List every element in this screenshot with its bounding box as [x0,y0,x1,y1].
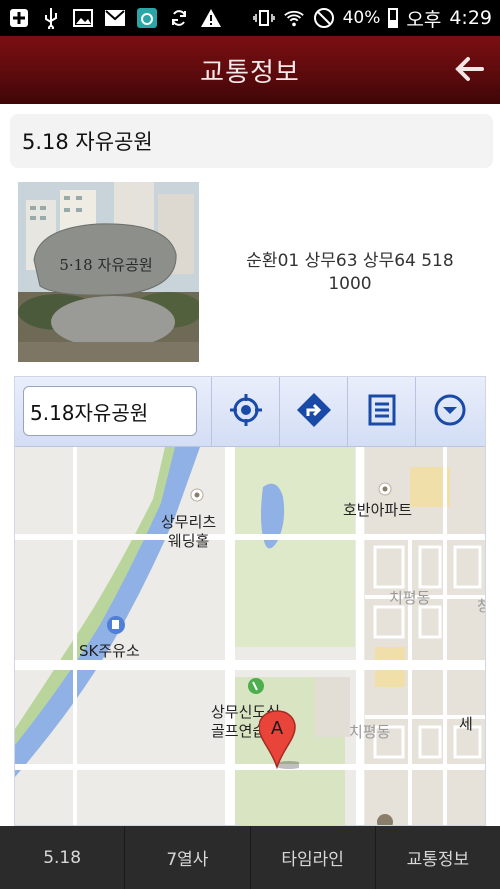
sync-icon [168,7,190,29]
marker-letter: A [271,718,284,739]
status-bar: 40% 오후 4:29 [0,0,500,36]
nav-item-timeline[interactable]: 타임라인 [251,826,376,889]
time-ampm: 오후 [406,8,442,31]
monument-inscription: 5·18 자유공원 [59,256,152,274]
bus-routes: 순환01 상무63 상무64 518 1000 [210,250,490,296]
place-name: 5.18 자유공원 [22,130,153,154]
nav-item-traffic-info[interactable]: 교통정보 [376,826,500,889]
app-bar: 교통정보 [0,36,500,104]
target-location-icon [229,393,263,431]
map-label-edge: 창 [477,597,485,616]
list-icon [367,394,397,430]
vibrate-icon [252,7,275,29]
map-search-value: 5.18자유공원 [30,400,149,425]
nav-item-518[interactable]: 5.18 [0,826,126,889]
bus-routes-line-1: 순환01 상무63 상무64 518 [246,251,454,271]
directions-icon [295,391,333,433]
blocked-icon [313,7,335,29]
image-icon [72,7,94,29]
battery-percent: 40% [342,8,381,28]
map-marker-a[interactable]: A [258,709,303,770]
wifi-icon [283,7,305,29]
camera-app-icon [136,7,158,29]
map-label-sejong: 세 [459,715,473,733]
directions-button[interactable] [279,377,347,447]
place-name-card: 5.18 자유공원 [10,114,493,168]
more-options-button[interactable] [415,377,483,447]
map-label-wedding-hall: 상무리츠 웨딩홀 [161,513,216,551]
map-search-input[interactable]: 5.18자유공원 [23,386,197,436]
page-title: 교통정보 [200,57,300,88]
map-label-gas-station: SK주유소 [79,642,140,660]
gmail-icon [104,7,126,29]
map-label-apartment: 호반아파트 [343,501,413,519]
map-toolbar: 5.18자유공원 [15,377,485,447]
map-label-district-2: 치평동 [349,723,391,741]
map-widget: 5.18자유공원 상무리츠 웨딩홀 호반아파트 SK주유소 치평동 치평동 상무… [14,376,486,826]
battery-icon [388,8,399,28]
nav-item-seven-martyrs[interactable]: 7열사 [125,826,251,889]
bottom-navigation: 5.18 7열사 타임라인 교통정보 [0,826,500,889]
map-label-wedding-hall-text: 상무리츠 웨딩홀 [161,513,217,550]
bus-routes-line-2: 1000 [328,274,372,294]
warning-icon [200,7,222,29]
usb-icon [40,7,62,29]
list-button[interactable] [347,377,415,447]
place-photo: 5·18 자유공원 [18,182,199,362]
map-label-district-1: 치평동 [389,589,431,607]
clock-time: 4:29 [449,7,492,29]
my-location-button[interactable] [211,377,279,447]
map-canvas[interactable]: 상무리츠 웨딩홀 호반아파트 SK주유소 치평동 치평동 상무신도심 골프연습장… [15,447,485,825]
plus-box-icon [8,7,30,29]
dropdown-circle-icon [433,393,467,431]
back-arrow-icon[interactable] [452,52,486,86]
